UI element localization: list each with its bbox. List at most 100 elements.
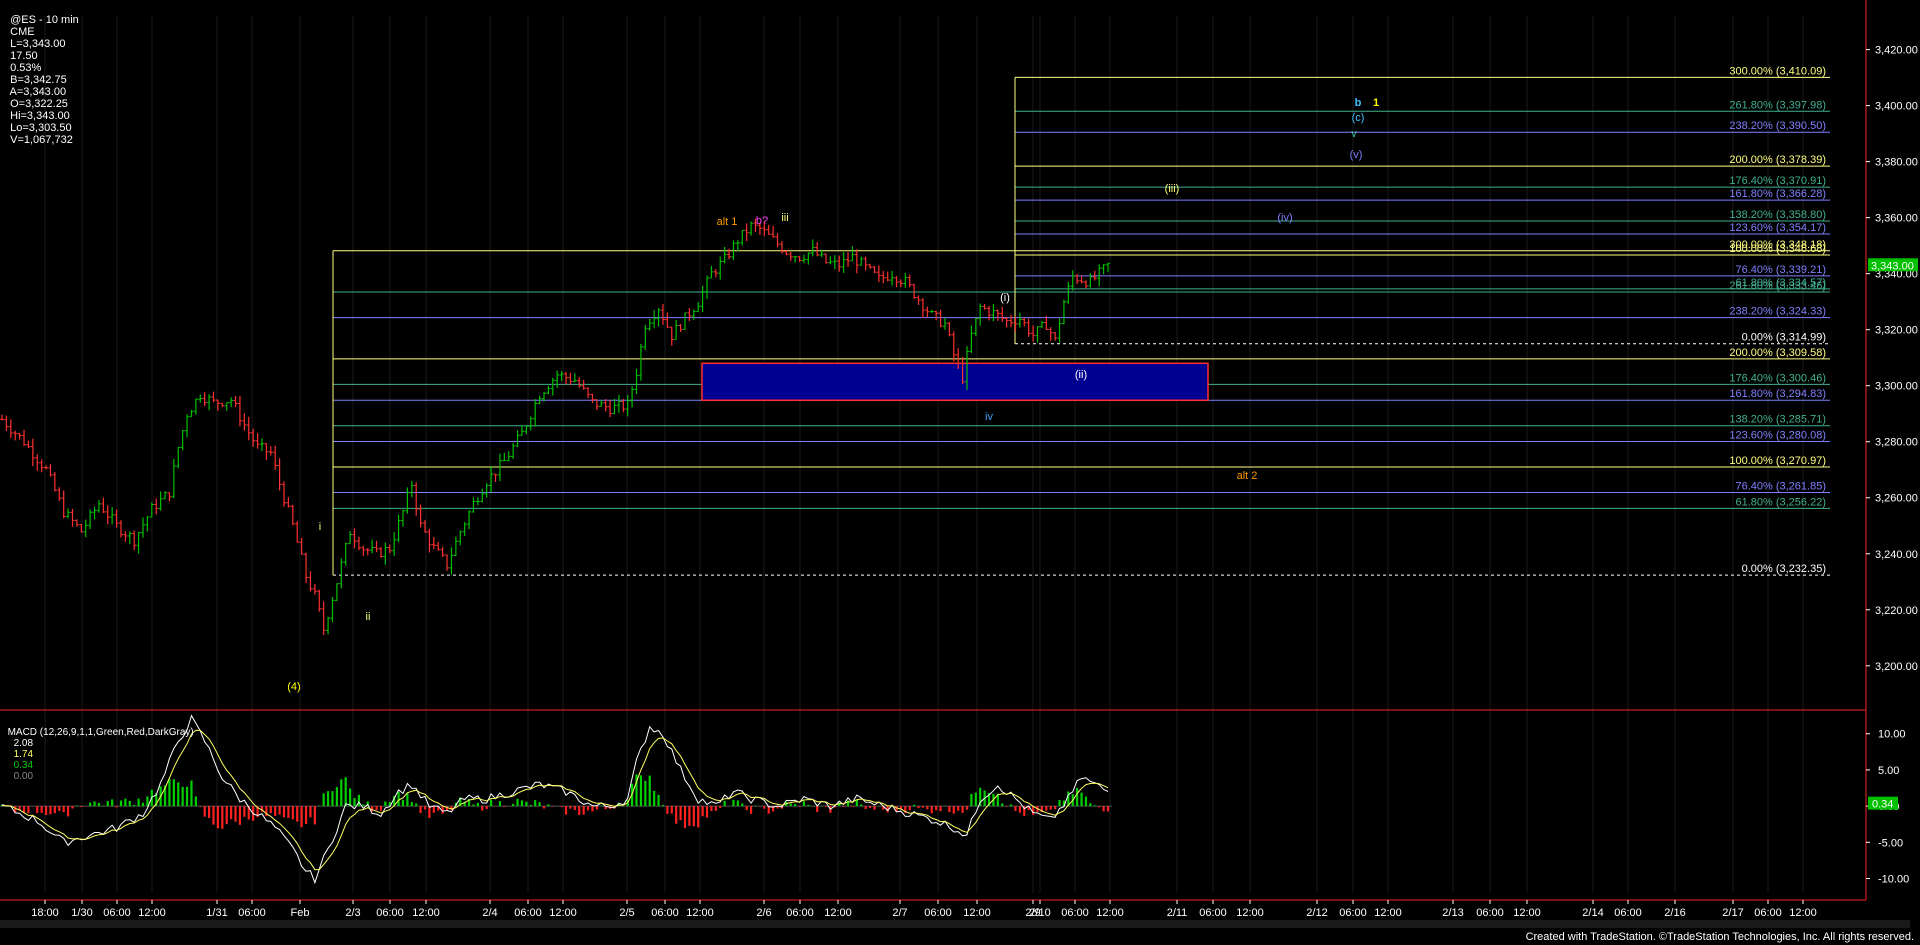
wave-label: (iii) [1165, 183, 1180, 195]
wave-label: alt 1 [717, 216, 738, 228]
low-price: Lo=3,303.50 [10, 122, 72, 134]
time-tick-label: 2/12 [1306, 907, 1327, 919]
time-tick-label: 2/7 [892, 907, 907, 919]
time-tick-label: 06:00 [238, 907, 266, 919]
volume: V=1,067,732 [10, 134, 73, 146]
net-change: 17.50 [10, 50, 38, 62]
time-tick-label: 06:00 [786, 907, 814, 919]
time-tick-label: 12:00 [1513, 907, 1541, 919]
fib-label: 76.40% (3,339.21) [1735, 264, 1826, 276]
time-tick-label: 12:00 [1236, 907, 1264, 919]
time-tick-label: 06:00 [514, 907, 542, 919]
fib-label: 138.20% (3,358.80) [1729, 209, 1826, 221]
fib-label: 161.80% (3,294.83) [1729, 388, 1826, 400]
symbol-header: @ES - 10 min CME L=3,343.00 17.50 0.53% … [4, 2, 88, 146]
time-tick-label: 06:00 [1199, 907, 1227, 919]
price-tick-label: 3,300.00 [1875, 381, 1918, 393]
time-tick-label: 06:00 [1476, 907, 1504, 919]
fib-label: 100.00% (3,270.97) [1729, 455, 1826, 467]
pct-change: 0.53% [10, 62, 42, 74]
macd-label: MACD (12,26,9,1,1,Green,Red,DarkGray) [7, 727, 194, 738]
time-tick-label: 06:00 [924, 907, 952, 919]
wave-label: iv [985, 411, 993, 423]
fib-label: 238.20% (3,324.33) [1729, 306, 1826, 318]
target-zone-box [701, 362, 1209, 402]
macd-zero-value: 0.00 [13, 771, 34, 782]
time-tick-label: 06:00 [1061, 907, 1089, 919]
time-tick-label: 2/16 [1664, 907, 1685, 919]
time-tick-label: 2/14 [1582, 907, 1603, 919]
time-tick-label: 06:00 [1339, 907, 1367, 919]
wave-label: (4) [287, 681, 300, 693]
chart-area[interactable]: 300.00% (3,410.09) 261.80% (3,397.98) 238.… [0, 0, 1920, 945]
bid-price: B=3,342.75 [10, 74, 67, 86]
macd-tick-label: -5.00 [1878, 837, 1903, 849]
fib-label: 0.00% (3,232.35) [1742, 563, 1826, 575]
wave-label: 1 [1373, 97, 1379, 109]
symbol-name: @ES - 10 min [10, 14, 79, 26]
copyright-notice: Created with TradeStation. ©TradeStation… [1525, 931, 1914, 943]
price-tick-label: 3,280.00 [1875, 437, 1918, 449]
price-tick-label: 3,240.00 [1875, 549, 1918, 561]
price-tick-label: 3,360.00 [1875, 213, 1918, 225]
macd-value: 2.08 [13, 738, 34, 749]
price-tick-label: 3,320.00 [1875, 325, 1918, 337]
high-price: Hi=3,343.00 [10, 110, 70, 122]
fib-label: 261.80% (3,397.98) [1729, 99, 1826, 111]
wave-label: (iv) [1277, 212, 1292, 224]
horizontal-scrollbar [0, 920, 1910, 928]
time-tick-label: 2/3 [345, 907, 360, 919]
open-price: O=3,322.25 [10, 98, 68, 110]
macd-tick-label: -10.00 [1878, 874, 1909, 886]
time-tick-label: 06:00 [376, 907, 404, 919]
price-tick-label: 3,260.00 [1875, 493, 1918, 505]
price-tick-label: 3,380.00 [1875, 157, 1918, 169]
time-tick-label: 2/10 [1029, 907, 1050, 919]
wave-label: v [1351, 128, 1357, 140]
fib-label: 300.00% (3,410.09) [1729, 65, 1826, 77]
time-tick-label: 2/11 [1167, 907, 1188, 919]
macd-diff-value: 0.34 [13, 760, 34, 771]
fib-label: 238.20% (3,390.50) [1729, 120, 1826, 132]
price-tick-label: 3,420.00 [1875, 45, 1918, 57]
fib-label: 176.40% (3,370.91) [1729, 175, 1826, 187]
wave-label: (ii) [1075, 369, 1087, 381]
time-tick-label: 12:00 [963, 907, 991, 919]
price-tick-label: 3,220.00 [1875, 605, 1918, 617]
time-tick-label: 2/13 [1442, 907, 1463, 919]
last-price-tag-label: 3,343.00 [1871, 260, 1914, 272]
fib-label: 76.40% (3,261.85) [1735, 481, 1826, 493]
macd-tick-label: 10.00 [1878, 729, 1906, 741]
fib-label: 200.00% (3,309.58) [1729, 347, 1826, 359]
time-tick-label: 12:00 [412, 907, 440, 919]
time-tick-label: 12:00 [138, 907, 166, 919]
time-tick-label: 06:00 [1754, 907, 1782, 919]
time-tick-label: 1/30 [71, 907, 92, 919]
target-box [701, 362, 1209, 402]
wave-label: (i) [1000, 292, 1010, 304]
wave-label: (c) [1352, 112, 1365, 124]
fib-label: 61.80% (3,256.22) [1735, 496, 1826, 508]
fib-label: 300.00% (3,348.18) [1729, 239, 1826, 251]
fib-label: 138.20% (3,285.71) [1729, 414, 1826, 426]
time-tick-label: 2/17 [1722, 907, 1743, 919]
time-tick-label: 06:00 [1614, 907, 1642, 919]
wave-label: ii [366, 611, 371, 623]
macd-last-tag-label: 0.34 [1872, 799, 1893, 811]
time-tick-label: 2/6 [756, 907, 771, 919]
time-tick-label: 12:00 [1374, 907, 1402, 919]
time-tick-label: 12:00 [686, 907, 714, 919]
time-tick-label: Feb [291, 907, 310, 919]
time-tick-label: 12:00 [824, 907, 852, 919]
fib-label: 200.00% (3,378.39) [1729, 154, 1826, 166]
macd-header: MACD (12,26,9,1,1,Green,Red,DarkGray) 2.… [2, 716, 194, 782]
time-tick-label: 12:00 [1096, 907, 1124, 919]
fib-label: 123.60% (3,280.08) [1729, 429, 1826, 441]
fib-label: 123.60% (3,354.17) [1729, 222, 1826, 234]
time-tick-label: 18:00 [31, 907, 59, 919]
last-price: L=3,343.00 [10, 38, 66, 50]
time-tick-label: 1/31 [206, 907, 227, 919]
time-tick-label: 2/5 [619, 907, 634, 919]
wave-label: (v) [1350, 149, 1363, 161]
wave-label: alt 2 [1237, 470, 1258, 482]
